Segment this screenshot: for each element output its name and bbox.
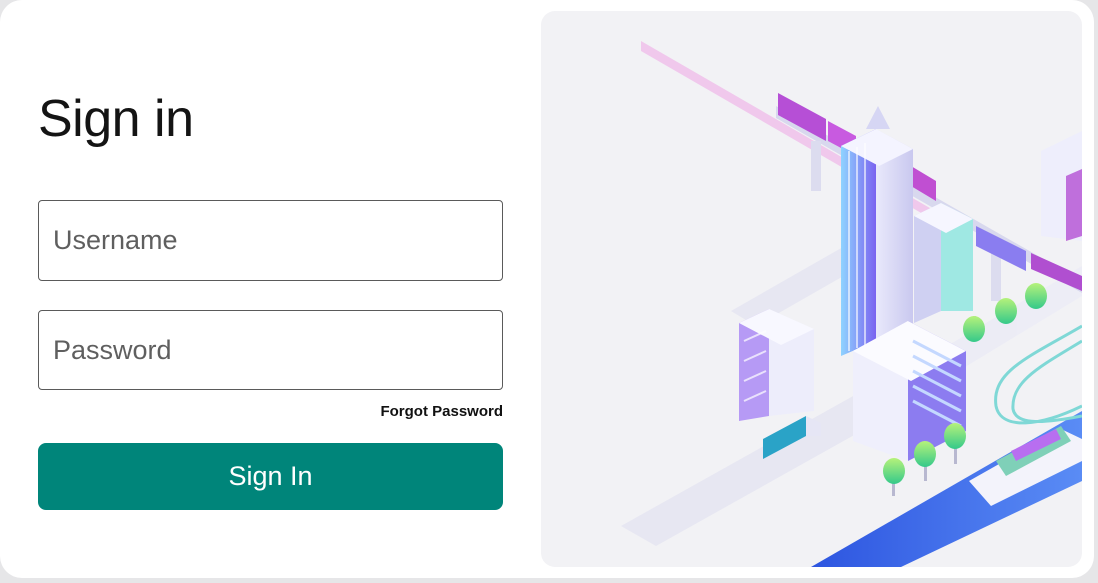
left-building bbox=[739, 309, 814, 421]
forgot-password-link[interactable]: Forgot Password bbox=[380, 403, 503, 420]
central-tower bbox=[841, 106, 913, 356]
username-field[interactable] bbox=[38, 200, 503, 281]
sign-in-card: Sign in Forgot Password Sign In bbox=[0, 0, 1094, 578]
isometric-city-illustration bbox=[541, 11, 1082, 567]
page-title: Sign in bbox=[38, 90, 194, 148]
secondary-tower bbox=[914, 203, 973, 323]
right-building bbox=[1041, 131, 1082, 241]
sign-in-button[interactable]: Sign In bbox=[38, 443, 503, 510]
password-field[interactable] bbox=[38, 310, 503, 390]
